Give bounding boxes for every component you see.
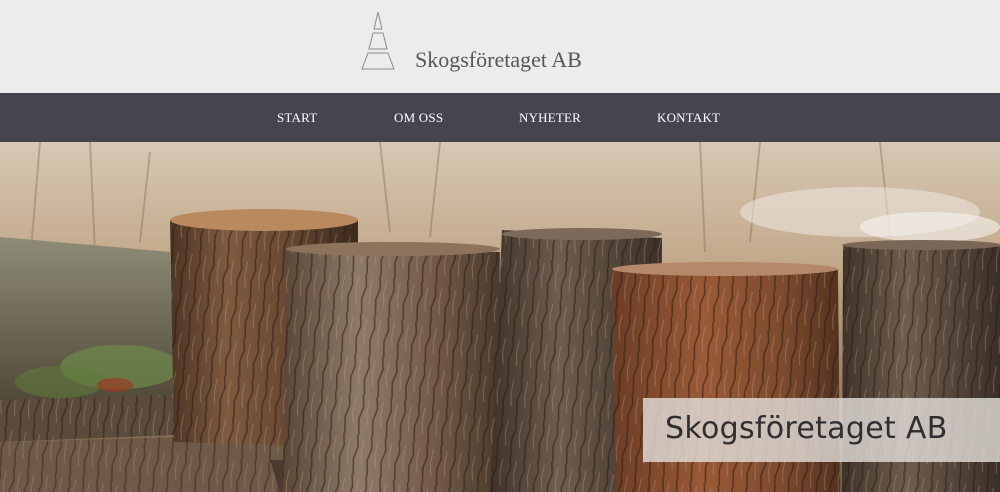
hero-caption: Skogsföretaget AB [665,411,948,446]
nav-item-nyheter[interactable]: NYHETER [519,93,581,142]
site-header: Skogsföretaget AB [0,0,1000,93]
brand-logo-link[interactable]: Skogsföretaget AB [359,11,582,72]
hero-banner: Skogsföretaget AB [0,142,1000,492]
nav-item-om-oss[interactable]: OM OSS [394,93,443,142]
tree-triangle-icon [361,11,395,70]
brand-name: Skogsföretaget AB [415,47,582,72]
nav-item-kontakt[interactable]: KONTAKT [657,93,720,142]
main-nav: START OM OSS NYHETER KONTAKT [0,93,1000,142]
nav-item-start[interactable]: START [277,93,317,142]
hero-caption-box: Skogsföretaget AB [643,398,1000,462]
